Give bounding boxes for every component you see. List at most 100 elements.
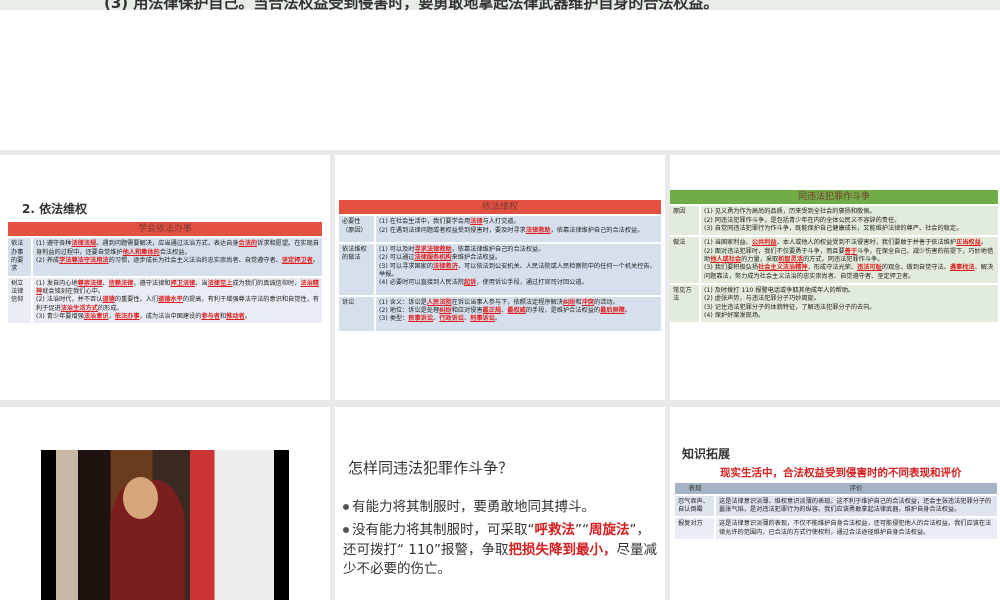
highlight-text: 法治生活方式 — [60, 304, 98, 312]
content-line: (3) 类型：民事诉讼、行政诉讼、刑事诉讼。 — [379, 315, 502, 323]
highlight-text: 法律 — [470, 218, 483, 226]
highlight-text: 法律服务机构 — [414, 254, 452, 262]
column-header: 评价 — [715, 483, 997, 495]
highlight-text: 捍卫法律 — [170, 279, 196, 287]
slide-thumbnail-fight-crime[interactable]: 同违法犯罪作斗争 原因 (1) 见义勇为作为高尚的品质，历来受到全社会的褒扬和敬佩。… — [670, 155, 1000, 400]
row-content: 这是法律意识淡薄、维权意识淡薄的表现。这不利于维护自己的合法权益，还会主张违法犯… — [714, 494, 997, 518]
slide-thumbnail-how-to-fight[interactable]: 怎样同违法犯罪作斗争？ 有能力将其制服时，要勇敢地同其搏斗。 没有能力将其制服时… — [335, 407, 665, 600]
evaluation-table: 表现 评价 忍气吞声、自认倒霉 这是法律意识淡薄、维权意识淡薄的表现。这不利于维护自己… — [675, 483, 997, 540]
row-content: (1) 及时拨打 110 报警电话或争取其他成年人的帮助。 (2) 虚张声势，与违… — [699, 284, 998, 323]
table-header-row: 表现 评价 — [675, 483, 997, 495]
bullet-text: 有能力将其制服时，要勇敢地同其搏斗。 — [352, 499, 595, 515]
video-frame[interactable] — [41, 450, 289, 600]
row-label: 依法维权的做法 — [339, 242, 375, 296]
content-line: (4) 必要时可以直接到人民法院起诉，使用诉讼手段，通过打官司讨回公道。 — [379, 279, 588, 287]
content-line: (1) 含义：诉讼是人民法院在诉讼当事人参与下，依照法定程序解决纠纷和冲突的活动… — [379, 298, 619, 306]
highlight-text: 合法的 — [238, 240, 258, 248]
slide-subtitle: 现实生活中，合法权益受到侵害时的不同表现和评价 — [720, 467, 962, 479]
table-row: 报复对方 这是法律意识淡薄的表现，不仅不能维护自身合法权益，还可能侵犯他人的合法权… — [675, 517, 997, 540]
row-label: 做法 — [670, 236, 700, 285]
content-line: (1) 可以及时寻求法律救助，依靠法律维护自己的合法权益。 — [379, 245, 545, 253]
highlight-text: 社会主义法治精神 — [758, 264, 808, 272]
highlight-text: 道德 — [102, 296, 115, 304]
content-line: (2) 可以通过法律服务机构来维护合法权益。 — [379, 254, 502, 262]
highlight-text: 法律法规 — [71, 240, 97, 248]
slide-thumbnail-protect-rights[interactable]: 依法维权 必要性（原因） (1) 在社会生活中，我们要学会用法律与人打交道。 (2) … — [335, 155, 665, 400]
table-row: 依法办事的要求 (1) 遵守各种法律法规。遇到问题需要解决，应当通过法治方式，表达… — [8, 237, 322, 277]
row-label: 树立法律信仰 — [8, 276, 32, 324]
highlight-text: 纠纷 — [562, 298, 576, 306]
highlight-text: 呼救法 — [534, 522, 576, 538]
content-line: (3) 自觉同违法犯罪行为作斗争，既能保护自己健康成长，又能维护法律的尊严、社会… — [704, 224, 963, 232]
table-header-row: 学会依法办事 — [8, 222, 322, 238]
highlight-text: 依法办事 — [114, 313, 140, 321]
content-line: (4) 保护好案发现场。 — [704, 312, 765, 320]
table-row: 依法维权的做法 (1) 可以及时寻求法律救助，依靠法律维护自己的合法权益。 (2) … — [339, 242, 661, 296]
highlight-text: 法律救济 — [433, 262, 458, 270]
highlight-text: 善于 — [844, 247, 858, 255]
content-line: (2) 同违法犯罪作斗争，是包括青少年在内的全体公民义不容辞的责任。 — [704, 216, 901, 224]
content-line: (3) 可以寻求国家的法律救济，可以依法到公安机关、人民法院或人民检察院中的任何… — [379, 262, 656, 278]
content-line: 这是法律意识淡薄的表现，不仅不能维护自身合法权益，还可能侵犯他人的合法权益。我们… — [719, 520, 992, 536]
table-header: 同违法犯罪作斗争 — [670, 190, 998, 206]
highlight-text: 信赖法律 — [108, 279, 134, 287]
row-label: 报复对方 — [675, 517, 715, 540]
bullet-icon — [343, 504, 349, 510]
table-header: 依法维权 — [339, 200, 661, 216]
slide-thumbnail-video[interactable] — [0, 407, 330, 600]
row-content: 这是法律意识淡薄的表现，不仅不能维护自身合法权益，还可能侵犯他人的合法权益。我们… — [714, 517, 997, 540]
highlight-text: 法律至上 — [207, 279, 233, 287]
highlight-text: 把损失降到最小， — [508, 541, 617, 558]
content-line: (2) 虚张声势，与违法犯罪分子巧妙周旋。 — [704, 295, 820, 303]
highlight-text: 坚定捍卫者 — [281, 256, 313, 264]
video-figure-head — [122, 477, 158, 519]
row-label: 原因 — [670, 205, 700, 237]
bullet-text: 没有能力将其制服时，可采取“ — [352, 522, 535, 538]
slide-text: (3) 用法律保护自己。当合法权益受到侵害时，要勇敢地拿起法律武器维护自身的合法… — [104, 0, 719, 12]
bullet-icon — [343, 527, 349, 533]
slide-thumbnail-top[interactable]: (3) 用法律保护自己。当合法权益受到侵害时，要勇敢地拿起法律武器维护自身的合法… — [0, 0, 1000, 150]
highlight-text: 法治意识 — [83, 313, 109, 321]
slide-question: 怎样同违法犯罪作斗争？ — [348, 459, 514, 477]
fight-crime-table: 同违法犯罪作斗争 原因 (1) 见义勇为作为高尚的品质，历来受到全社会的褒扬和敬佩。… — [670, 190, 998, 323]
slide-title: 2. 依法维权 — [22, 202, 88, 216]
row-label: 依法办事的要求 — [8, 237, 32, 277]
highlight-text: 民事诉讼 — [408, 315, 434, 323]
bullet-text: ”“ — [575, 522, 589, 538]
content-line: (2) 在遇到法律问题或者权益受到侵害时，要及时寻求法律救助，依靠法律维护自己的… — [379, 226, 644, 234]
content-line: (1) 当国家利益、公共利益、本人或他人的权益受到不法侵害时，我们要敢于并善于依… — [704, 239, 987, 247]
content-line: (1) 发自内心地尊崇法律、信赖法律，遵守法律和捍卫法律。当法律至上成为我们的真… — [36, 279, 319, 295]
slide-thumbnail-rights[interactable]: 2. 依法维权 学会依法办事 依法办事的要求 (1) 遵守各种法律法规。遇到问题需要… — [0, 155, 330, 400]
content-line: (2) 面对违法犯罪时，我们不仅要勇于斗争，而且要善于斗争，在保全自己、减少伤害… — [704, 247, 994, 263]
row-content: (1) 当国家利益、公共利益、本人或他人的权益受到不法侵害时，我们要敢于并善于依… — [699, 236, 998, 285]
highlight-text: 道德水平 — [158, 296, 183, 304]
highlight-text: 遇事找法 — [949, 264, 975, 272]
table-row: 诉讼 (1) 含义：诉讼是人民法院在诉讼当事人参与下，依照法定程序解决纠纷和冲突的… — [339, 295, 661, 331]
content-line: 这是法律意识淡薄、维权意识淡薄的表现。这不利于维护自己的合法权益，还会主张违法犯… — [719, 497, 992, 514]
slide-thumbnail-knowledge[interactable]: 知识拓展 现实生活中，合法权益受到侵害时的不同表现和评价 表现 评价 忍气吞声、自认… — [670, 407, 1000, 600]
highlight-text: 正当权益 — [956, 239, 981, 247]
row-content: (1) 在社会生活中，我们要学会用法律与人打交道。 (2) 在遇到法律问题或者权益… — [374, 215, 661, 243]
row-label: 常见方法 — [670, 284, 700, 323]
highlight-text: 违法可耻 — [857, 264, 882, 272]
content-line: (3) 我们要积极弘扬社会主义法治精神，形成守法光荣、违法可耻的观念，做到自觉守… — [704, 264, 994, 280]
highlight-text: 公共利益 — [751, 239, 777, 247]
highlight-text: 起诉 — [463, 279, 477, 287]
protect-rights-table: 依法维权 必要性（原因） (1) 在社会生活中，我们要学会用法律与人打交道。 (2) … — [339, 200, 661, 331]
table-row: 树立法律信仰 (1) 发自内心地尊崇法律、信赖法律，遵守法律和捍卫法律。当法律至上… — [8, 276, 322, 324]
row-content: (1) 发自内心地尊崇法律、信赖法律，遵守法律和捍卫法律。当法律至上成为我们的真… — [31, 276, 322, 324]
highlight-text: 他人或社会 — [710, 255, 742, 263]
highlight-text: 参与者 — [201, 313, 220, 321]
highlight-text: 冲突 — [581, 298, 594, 306]
row-label: 必要性（原因） — [339, 215, 375, 243]
text-band: (3) 用法律保护自己。当合法权益受到侵害时，要勇敢地拿起法律武器维护自身的合法… — [0, 0, 1000, 12]
content-line: (2) 法治时代，并不否认道德的重要性。人们道德水平的提高，有利于增强尊法守法的… — [36, 296, 319, 312]
content-line: (2) 养成学法尊法守法用法的习惯，逐步成长为社会主义法治的忠实崇尚者、自觉遵守… — [36, 256, 319, 264]
highlight-text: 纠纷 — [439, 307, 452, 315]
highlight-text: 人民法院 — [426, 298, 452, 306]
highlight-text: 法律救助 — [525, 226, 551, 234]
highlight-text: 最正规 — [482, 307, 502, 315]
highlight-text: 刑事诉讼 — [470, 315, 495, 323]
table-row: 忍气吞声、自认倒霉 这是法律意识淡薄、维权意识淡薄的表现。这不利于维护自己的合法权… — [675, 494, 997, 518]
highlight-text: 他人和集体的 — [122, 248, 160, 256]
